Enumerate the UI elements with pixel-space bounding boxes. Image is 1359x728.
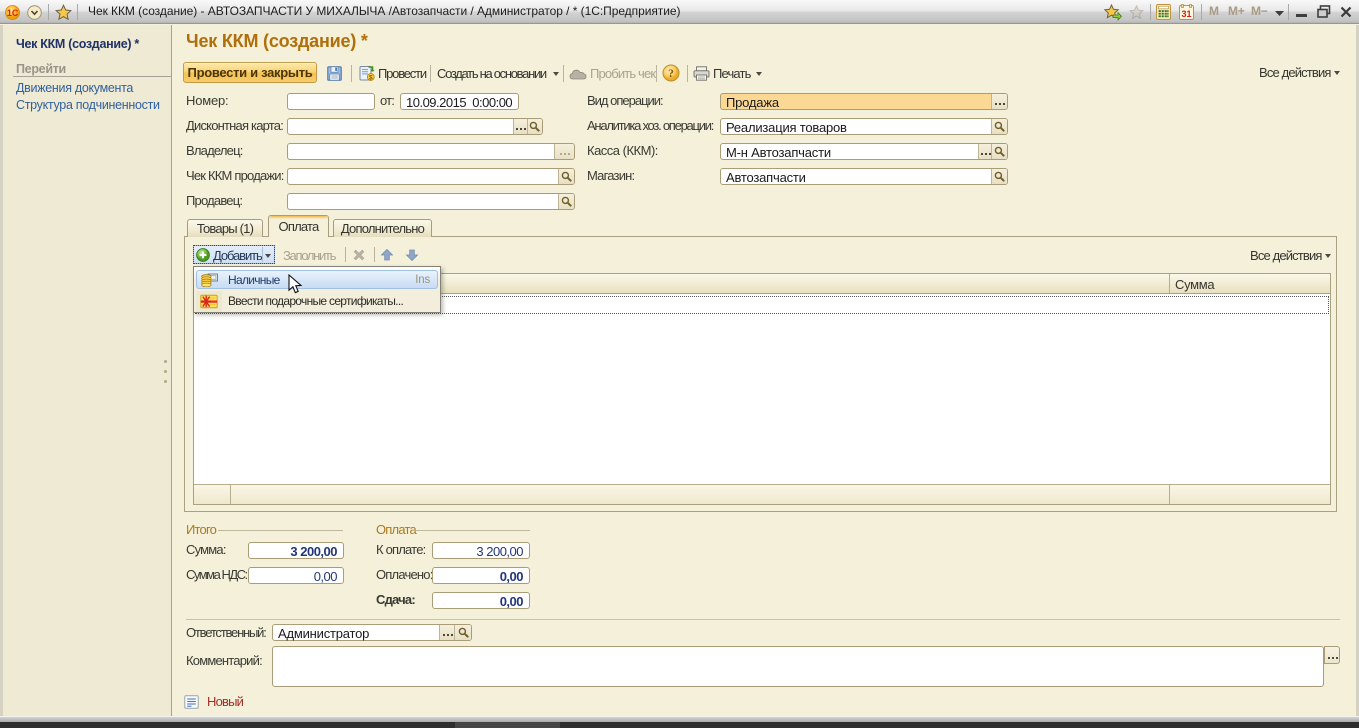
svg-text:?: ?	[668, 68, 674, 80]
svg-text:1С: 1С	[7, 8, 19, 18]
svg-text:31: 31	[1181, 9, 1191, 19]
svg-text:$: $	[369, 74, 373, 81]
